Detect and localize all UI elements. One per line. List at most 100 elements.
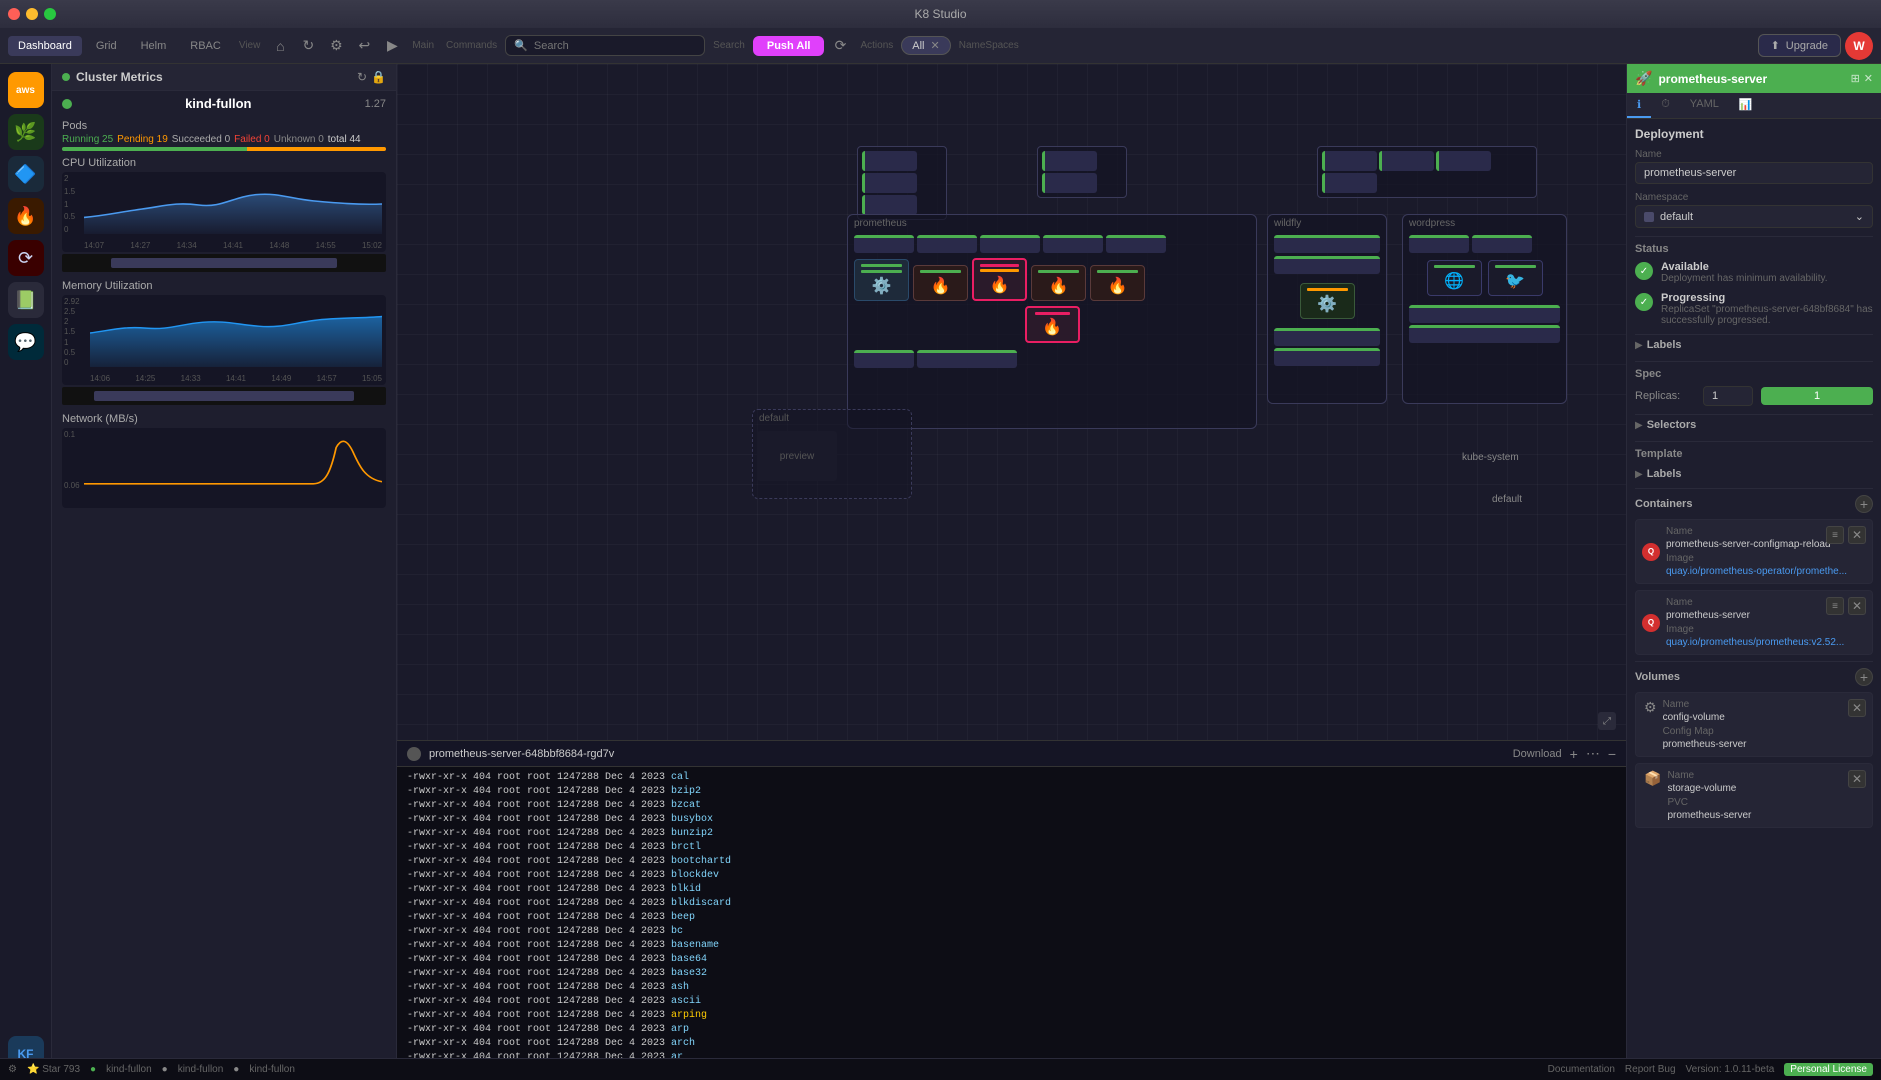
prom-gear-pod[interactable]: ⚙️: [854, 259, 909, 301]
top-ns-pod-6: [1322, 151, 1377, 171]
lock-icon[interactable]: 🔒: [371, 70, 386, 84]
terminal-close-btn[interactable]: [407, 747, 421, 761]
status-available-title: Available: [1661, 261, 1828, 273]
sidebar-item-book[interactable]: 📗: [8, 282, 44, 318]
container-1-img-value: quay.io/prometheus-operator/promethe...: [1666, 566, 1864, 577]
upgrade-button[interactable]: ⬆ Upgrade: [1758, 34, 1841, 57]
prom-fire-pod-3[interactable]: 🔥: [1090, 265, 1145, 301]
minimize-btn[interactable]: [26, 8, 38, 20]
prom-fire-pod-1[interactable]: 🔥: [913, 265, 968, 301]
sync-icon[interactable]: ⟳: [828, 34, 852, 58]
prom-server-pod[interactable]: 🔥: [1025, 306, 1080, 343]
cpu-title: CPU Utilization: [62, 157, 386, 169]
tab-rbac[interactable]: RBAC: [180, 36, 231, 56]
prom-fire-pod-2[interactable]: 🔥: [1031, 265, 1086, 301]
volume-2-close-btn[interactable]: ✕: [1848, 770, 1866, 788]
status-cluster-1[interactable]: kind-fullon: [106, 1064, 152, 1075]
pods-stats: Running 25 Pending 19 Succeeded 0 Failed…: [62, 134, 386, 145]
refresh-cluster-icon[interactable]: ↻: [357, 70, 367, 84]
cpu-scrollbar-thumb[interactable]: [111, 258, 338, 268]
rp-edit-icon[interactable]: ⊞: [1851, 72, 1860, 85]
term-line-7: -rwxr-xr-x 404 root root 1247288 Dec 4 2…: [407, 855, 1616, 869]
term-line-1: -rwxr-xr-x 404 root root 1247288 Dec 4 2…: [407, 771, 1616, 785]
rp-tab-yaml[interactable]: YAML: [1680, 93, 1729, 118]
upgrade-icon: ⬆: [1771, 39, 1780, 52]
search-input[interactable]: [534, 40, 696, 52]
rp-replicas-btn[interactable]: 1: [1761, 387, 1873, 405]
wp-bird-pod[interactable]: 🐦: [1488, 260, 1543, 296]
sidebar-item-k8s[interactable]: 🌿: [8, 114, 44, 150]
status-cluster-2[interactable]: kind-fullon: [178, 1064, 224, 1075]
cluster-version: 1.27: [365, 98, 386, 110]
sidebar-item-azure[interactable]: 🔷: [8, 156, 44, 192]
volume-1-close-btn[interactable]: ✕: [1848, 699, 1866, 717]
container-2-close-btn[interactable]: ✕: [1848, 597, 1866, 615]
sidebar-item-chat[interactable]: 💬: [8, 324, 44, 360]
rp-tab-info[interactable]: ℹ: [1627, 93, 1651, 118]
tab-grid[interactable]: Grid: [86, 36, 127, 56]
rp-template-title: Template: [1635, 441, 1873, 460]
rp-tab-time[interactable]: ⏱: [1651, 93, 1680, 118]
rp-replicas-input[interactable]: [1703, 386, 1753, 406]
rp-replicas-row: Replicas: 1: [1635, 386, 1873, 406]
terminal-more-icon[interactable]: ⋯: [1586, 745, 1600, 762]
tab-dashboard[interactable]: Dashboard: [8, 36, 82, 56]
labels-collapsible[interactable]: ▶ Labels: [1635, 334, 1873, 355]
rp-name-value[interactable]: prometheus-server: [1635, 162, 1873, 184]
cpu-scrollbar[interactable]: [62, 254, 386, 272]
namespace-pill[interactable]: All ✕: [901, 36, 950, 55]
selectors-collapsible[interactable]: ▶ Selectors: [1635, 414, 1873, 435]
sidebar-item-firebase[interactable]: 🔥: [8, 198, 44, 234]
undo-icon[interactable]: ↩: [352, 34, 376, 58]
memory-scrollbar-thumb[interactable]: [94, 391, 353, 401]
pods-unknown: Unknown 0: [274, 134, 324, 145]
status-cluster-3[interactable]: kind-fullon: [249, 1064, 295, 1075]
rp-tabs: ℹ ⏱ YAML 📊: [1627, 93, 1881, 119]
prom-fire-pod-selected[interactable]: 🔥: [972, 258, 1027, 301]
selectors-title: Selectors: [1647, 419, 1697, 431]
add-volume-btn[interactable]: +: [1855, 668, 1873, 686]
sidebar-item-aws[interactable]: aws: [8, 72, 44, 108]
add-container-btn[interactable]: +: [1855, 495, 1873, 513]
expand-canvas-icon[interactable]: ⤢: [1598, 712, 1616, 730]
pods-bar-running: [62, 147, 247, 151]
status-version: Version: 1.0.11-beta: [1686, 1064, 1775, 1075]
tab-helm[interactable]: Helm: [131, 36, 177, 56]
status-bug[interactable]: Report Bug: [1625, 1064, 1676, 1075]
rp-close-icon[interactable]: ✕: [1864, 72, 1873, 85]
rp-tab-chart[interactable]: 📊: [1729, 93, 1763, 118]
template-labels-title: Labels: [1647, 468, 1682, 480]
terminal-add-icon[interactable]: +: [1570, 746, 1578, 762]
top-ns-1-pods: [862, 151, 942, 215]
view-label: View: [235, 40, 265, 51]
status-available-desc: Deployment has minimum availability.: [1661, 273, 1828, 284]
container-item-2: Q Name prometheus-server Image quay.io/p…: [1635, 590, 1873, 655]
container-1-close-btn[interactable]: ✕: [1848, 526, 1866, 544]
home-icon[interactable]: ⌂: [268, 34, 292, 58]
cpu-y-labels: 21.510.50: [64, 174, 75, 234]
rp-namespace-select[interactable]: default ⌄: [1635, 205, 1873, 228]
rp-namespace-label: Namespace: [1635, 192, 1873, 203]
close-btn[interactable]: [8, 8, 20, 20]
container-1-delete-btn[interactable]: ≡: [1826, 526, 1844, 544]
terminal-icon[interactable]: ▶: [380, 34, 404, 58]
volume-2-content: Name storage-volume PVC prometheus-serve…: [1667, 770, 1751, 821]
settings-icon[interactable]: ⚙: [324, 34, 348, 58]
container-2-delete-btn[interactable]: ≡: [1826, 597, 1844, 615]
status-doc[interactable]: Documentation: [1548, 1064, 1615, 1075]
namespace-close-icon[interactable]: ✕: [931, 39, 940, 52]
terminal-minimize-icon[interactable]: −: [1608, 746, 1616, 762]
download-label[interactable]: Download: [1513, 748, 1562, 760]
refresh-icon[interactable]: ↻: [296, 34, 320, 58]
center-canvas[interactable]: prometheus ⚙️: [397, 64, 1626, 1080]
user-avatar[interactable]: W: [1845, 32, 1873, 60]
template-labels-collapsible[interactable]: ▶ Labels: [1635, 464, 1873, 484]
maximize-btn[interactable]: [44, 8, 56, 20]
wp-wordpress-pod[interactable]: 🌐: [1427, 260, 1482, 296]
prom-pod-bar-2: [917, 235, 977, 253]
sidebar-item-sync[interactable]: ⟳: [8, 240, 44, 276]
push-all-button[interactable]: Push All: [753, 36, 825, 56]
memory-scrollbar[interactable]: [62, 387, 386, 405]
wildfly-gear-pod[interactable]: ⚙️: [1300, 283, 1355, 319]
right-panel-header: 🚀 prometheus-server ⊞ ✕: [1627, 64, 1881, 93]
